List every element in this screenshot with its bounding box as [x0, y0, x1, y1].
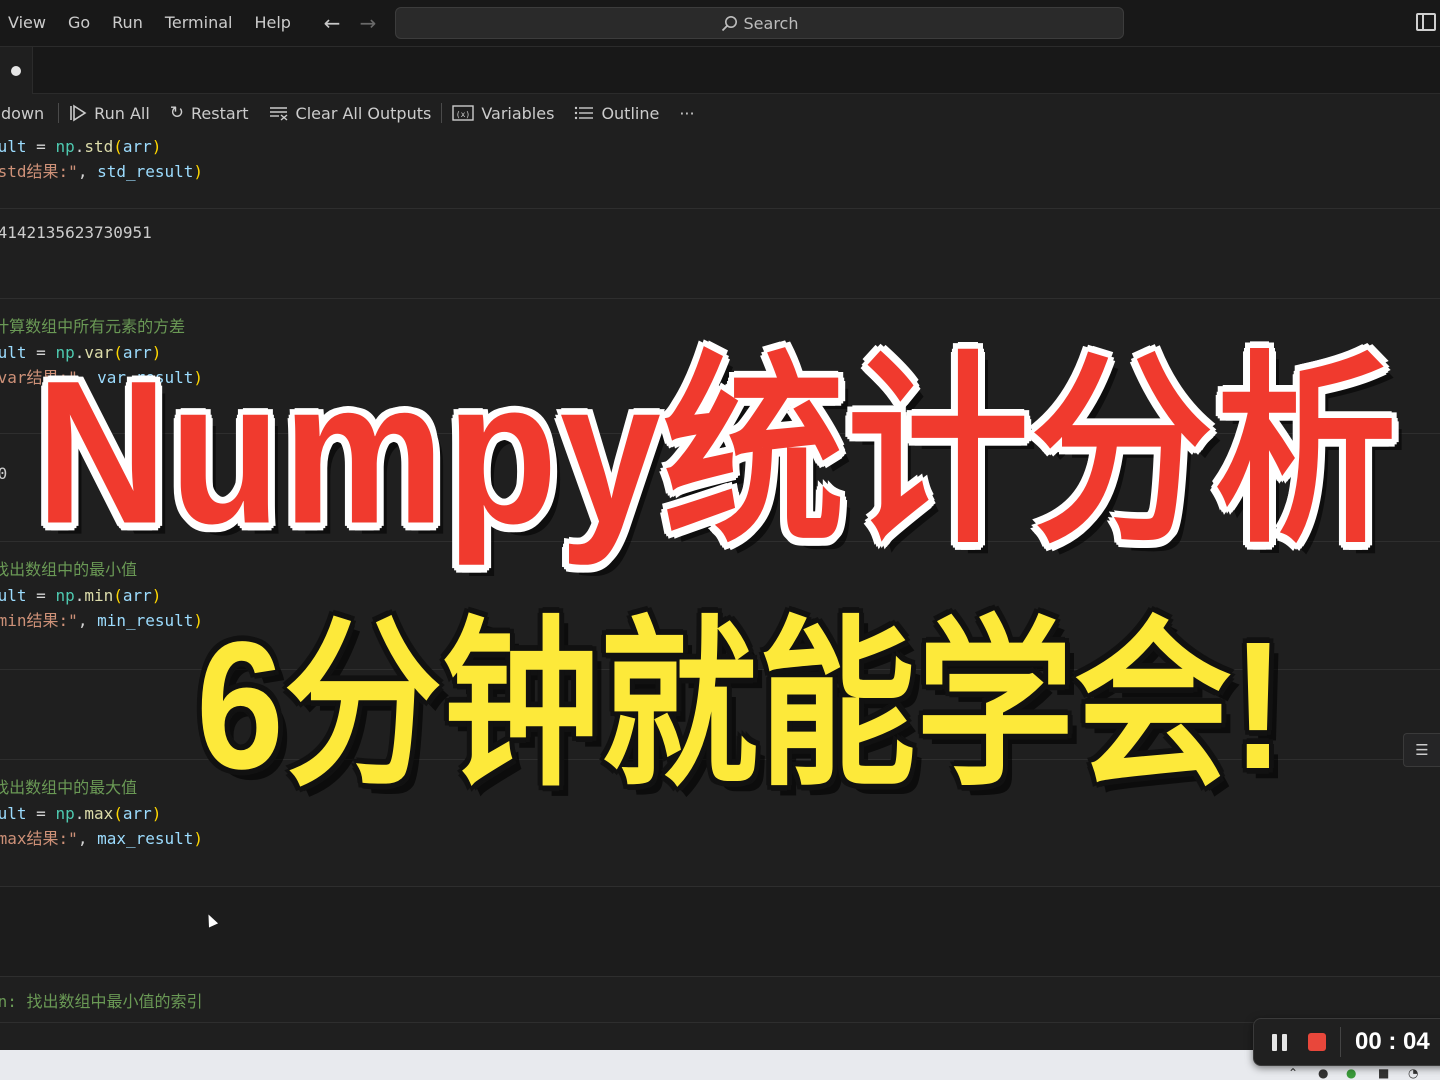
restart-button[interactable]: ↻ Restart: [160, 94, 259, 132]
code-line: "max结果:", max_result): [0, 829, 204, 848]
menu-terminal[interactable]: Terminal: [154, 0, 244, 46]
unsaved-dot-icon: [11, 65, 21, 76]
code-line: sult = np.max(arr): [0, 804, 162, 823]
run-all-label: Run All: [94, 103, 150, 123]
menu-view[interactable]: View: [0, 0, 57, 46]
clear-all-outputs-label: Clear All Outputs: [295, 103, 432, 123]
code-cell-std[interactable]: sult = np.std(arr) "std结果:", std_result): [0, 132, 1440, 209]
run-all-button[interactable]: Run All: [59, 94, 160, 132]
tray-network-icon[interactable]: ◔: [1408, 1066, 1418, 1080]
tray-chevron-icon[interactable]: ⌃: [1288, 1066, 1298, 1080]
notebook-cells: sult = np.std(arr) "std结果:", std_result)…: [0, 132, 1440, 1052]
title-bar: View Go Run Terminal Help ← → Search: [0, 0, 1440, 47]
back-arrow-icon[interactable]: ←: [314, 0, 350, 46]
notebook-tab[interactable]: [0, 47, 33, 94]
overlay-subtitle: 6分钟就能学会!: [196, 604, 1285, 808]
restart-icon: ↻: [169, 103, 185, 123]
cell-output: .4142135623730951: [0, 223, 152, 242]
stop-icon[interactable]: [1308, 1033, 1326, 1051]
recorder-divider: [1340, 1027, 1341, 1057]
menu-go[interactable]: Go: [57, 0, 101, 46]
menu-bar: View Go Run Terminal Help ← →: [0, 0, 386, 46]
variables-icon: (x): [452, 105, 475, 121]
run-all-icon: [70, 104, 87, 122]
tray-app-icon[interactable]: ●: [1346, 1066, 1356, 1080]
search-icon: [721, 15, 737, 31]
command-center-search[interactable]: Search: [395, 7, 1124, 39]
output-cell-std: .4142135623730951: [0, 209, 1440, 299]
code-line: sult = np.std(arr): [0, 137, 162, 156]
menu-help[interactable]: Help: [243, 0, 301, 46]
outline-button[interactable]: Outline: [564, 94, 669, 132]
markdown-button[interactable]: down: [0, 94, 58, 132]
overlay-title: Numpy统计分析: [36, 337, 1399, 567]
code-cell-argmin[interactable]: in: 找出数组中最小值的索引: [0, 977, 1440, 1023]
restart-label: Restart: [191, 103, 249, 123]
variables-label: Variables: [481, 103, 555, 123]
more-actions-icon: ···: [679, 103, 695, 123]
more-actions-button[interactable]: ···: [669, 94, 704, 132]
svg-text:(x): (x): [456, 110, 470, 119]
outline-icon: [575, 106, 594, 120]
editor-tab-bar: [0, 47, 1440, 94]
tray-app-icon[interactable]: ●: [1318, 1066, 1328, 1080]
screen-recorder-widget: 00 : 04: [1253, 1018, 1440, 1066]
pause-icon[interactable]: [1254, 1033, 1304, 1051]
code-comment: in: 找出数组中最小值的索引: [0, 992, 203, 1011]
outline-toggle-icon[interactable]: ☰: [1403, 733, 1440, 767]
outline-label: Outline: [601, 103, 660, 123]
code-line: "std结果:", std_result): [0, 162, 204, 181]
clear-all-outputs-button[interactable]: Clear All Outputs: [259, 94, 442, 132]
notebook-toolbar: down Run All ↻ Restart Clear All Outputs…: [0, 94, 1440, 132]
toggle-sidebar-icon[interactable]: [1416, 13, 1436, 31]
variables-button[interactable]: (x) Variables: [442, 94, 564, 132]
tray-app-icon[interactable]: ■: [1378, 1066, 1389, 1080]
taskbar: [0, 1050, 1440, 1080]
menu-run[interactable]: Run: [101, 0, 154, 46]
search-label: Search: [743, 13, 799, 33]
code-line: "min结果:", min_result): [0, 611, 204, 630]
forward-arrow-icon[interactable]: →: [350, 0, 386, 46]
clear-outputs-icon: [269, 107, 287, 121]
cell-output: .0: [0, 464, 8, 483]
markdown-label: down: [1, 103, 45, 123]
code-comment: 计算数组中所有元素的方差: [0, 317, 186, 336]
code-line: sult = np.min(arr): [0, 586, 162, 605]
recording-timer: 00 : 04: [1355, 1028, 1430, 1055]
output-cell-max: [0, 887, 1440, 977]
code-comment: 找出数组中的最大值: [0, 778, 138, 797]
